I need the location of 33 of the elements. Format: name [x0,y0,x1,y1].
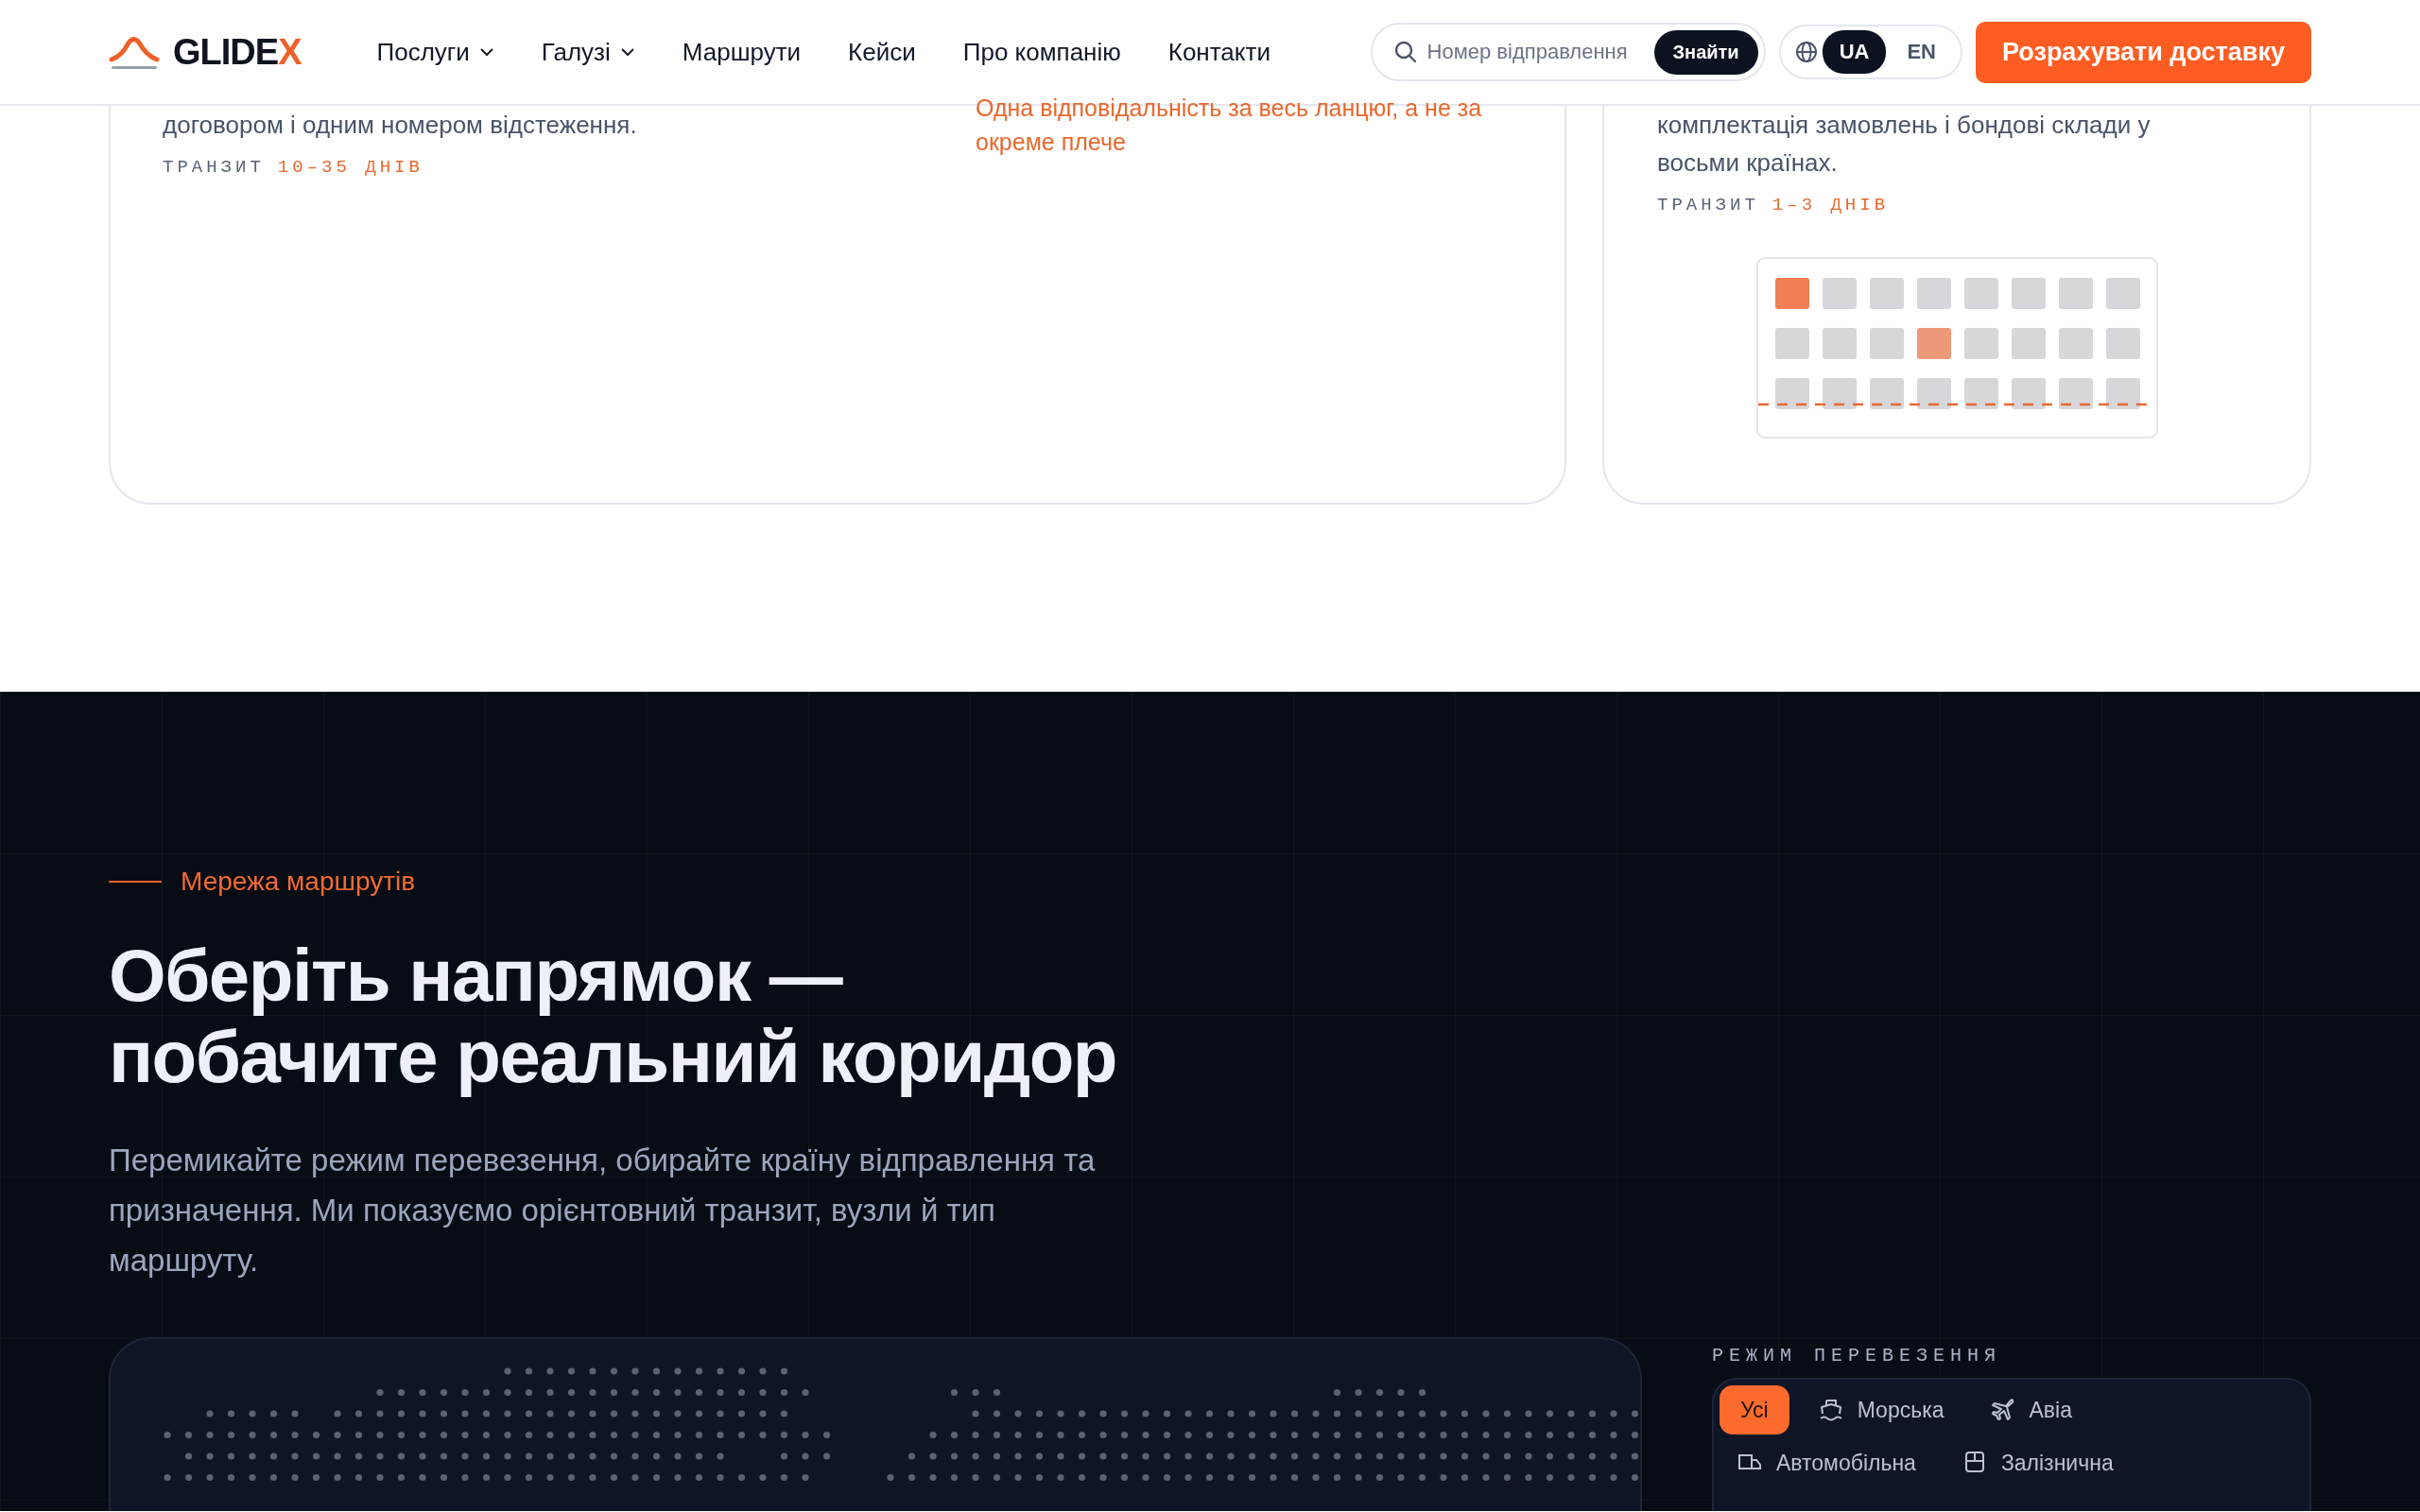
search-field[interactable]: Номер відправлення Знайти [1370,23,1766,81]
transit-label: ТРАНЗИТ [163,157,265,178]
search-button[interactable]: Знайти [1653,29,1758,75]
language-option[interactable]: UA [1822,30,1887,74]
section-eyebrow: Мережа маршрутів [181,867,416,897]
logo-text[interactable]: GLIDEX [173,31,302,73]
transit-label: ТРАНЗИТ [1657,195,1759,215]
mode-tab[interactable]: Морська [1800,1385,1962,1435]
chevron-down-icon [478,47,494,57]
mode-tab[interactable]: Автомобільна [1720,1438,1933,1487]
search-icon [1392,40,1418,64]
plane-icon [1989,1397,2016,1423]
language-option[interactable]: EN [1890,30,1953,74]
nav-link[interactable]: Кейси [848,37,916,67]
card-text: комплектація замовлень і бондові склади у [1657,110,2152,141]
chevron-down-icon [619,47,635,57]
nav-link[interactable]: Маршрути [682,37,802,67]
nav-link[interactable]: Про компанію [962,37,1121,67]
section-description: Перемикайте режим перевезення, обирайте країну відправлення та призначення. Ми показуємо орієнтовний транзит, вузли й тип маршруту. [109,1142,1097,1280]
mode-tab[interactable]: Усі [1720,1385,1789,1435]
card-text: договором і одним номером відстеження. [163,110,638,141]
nav-link[interactable]: Галузі [541,37,635,67]
nav-link[interactable]: Послуги [376,37,494,67]
globe-icon [1793,40,1819,64]
mode-tab[interactable]: Авіа [1972,1385,2089,1435]
card-text: восьми країнах. [1657,147,1839,179]
mode-tab[interactable]: Залізнична [1944,1438,2131,1487]
highlight-text: Одна відповідальність за весь ланцюг, а не за окреме плече [976,94,1483,157]
mode-label: РЕЖИМ ПЕРЕВЕЗЕННЯ [1712,1345,2003,1366]
nav-link[interactable]: Контакти [1167,37,1270,67]
transit-value: 1–3 ДНІВ [1772,195,1890,215]
transit-value: 10–35 ДНІВ [277,157,424,178]
section-title: Оберіть напрямок — побачите реальний коридор [109,935,1116,1097]
